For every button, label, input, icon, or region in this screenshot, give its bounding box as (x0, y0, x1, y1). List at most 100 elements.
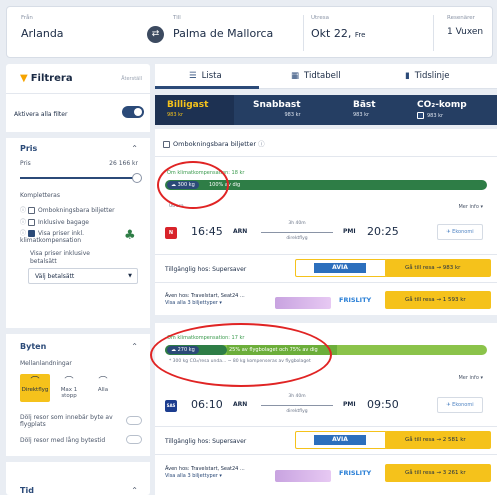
tab-timetable[interactable]: ▦ Tidtabell (291, 71, 341, 81)
airline-logo: SAS (165, 400, 177, 412)
section-divider (6, 132, 150, 138)
tab-label: Tidslinje (414, 71, 450, 81)
partner-logo-box[interactable]: AVIA (295, 431, 387, 449)
filter-sidebar: ▼ Filtrera Återställ Aktivera alla filter… (6, 64, 150, 495)
more-info-link[interactable]: Mer info ▾ (458, 375, 483, 381)
payment-select[interactable]: Välj betalsätt ▼ (28, 268, 138, 284)
price-label: Pris (20, 160, 31, 167)
show-all-tickets-link[interactable]: Visa alla 3 biljettyper ▾ (165, 300, 245, 307)
go-to-trip-button[interactable]: Gå till resa → 3 261 kr (385, 464, 491, 482)
info-icon: ⓘ (20, 219, 27, 226)
departure-airport: ARN (233, 228, 248, 235)
checkbox[interactable] (28, 219, 36, 226)
divider (155, 254, 497, 255)
flight-stops: direktflyg (286, 236, 308, 241)
partner-badges (275, 470, 331, 482)
sort-cheapest[interactable]: Billigast 983 kr (167, 100, 208, 118)
complement-title: Kompletteras (20, 192, 60, 199)
sort-price: 983 kr (417, 112, 467, 119)
sort-label: Billigast (167, 100, 209, 110)
partner-logo-box[interactable]: AVIA (295, 259, 387, 277)
rebook-option[interactable]: ⓘ Ombokningsbara biljetter (20, 205, 115, 214)
fare-class-label: Ekonomi (452, 229, 474, 235)
airline-logo: N (165, 227, 177, 239)
calendar-icon: ▦ (291, 71, 300, 81)
go-to-trip-button[interactable]: Gå till resa → 983 kr (385, 259, 491, 277)
sort-price: 983 kr (284, 112, 301, 118)
sort-label: Bäst (353, 100, 376, 110)
sort-fastest[interactable]: Snabbast 983 kr (253, 100, 301, 118)
result-divider (155, 315, 497, 323)
other-sellers-text: Även hos: Travelstart, Seat24 ... (165, 293, 245, 299)
hide-airport-change-toggle[interactable] (126, 416, 142, 425)
one-stop-icon: ⌒ (64, 377, 74, 387)
show-all-tickets-label: Visa alla 3 biljettyper (165, 300, 218, 306)
from-field[interactable]: Från Arlanda (21, 15, 64, 40)
travelers-field[interactable]: Resenärer 1 Vuxen (447, 15, 483, 37)
flight-duration: 3h 40m (288, 394, 306, 399)
annotation-circle (150, 323, 332, 387)
departure-airport: ARN (233, 401, 248, 408)
leaf-icon: ♣ (124, 228, 136, 243)
stop-option-all[interactable]: ⌒ Alla (88, 374, 118, 402)
enable-all-label: Aktivera alla filter (14, 111, 68, 118)
sort-bar: Billigast 983 kr Snabbast 983 kr Bäst 98… (155, 95, 497, 125)
travelers-value: 1 Vuxen (447, 27, 484, 37)
swap-icon[interactable]: ⇄ (147, 26, 164, 43)
chevron-down-icon: ▼ (128, 273, 132, 279)
rebook-option-label: Ombokningsbara biljetter (38, 207, 115, 214)
checkbox-checked[interactable] (28, 230, 36, 237)
active-tab-indicator (155, 86, 259, 89)
rebook-filter[interactable]: Ombokningsbara biljetter ⓘ (163, 138, 267, 148)
enable-all-toggle[interactable] (122, 106, 144, 118)
available-at: Tillgänglig hos: Supersaver (165, 266, 247, 273)
fare-class-button[interactable]: ✈ Ekonomi (437, 224, 483, 240)
annotation-circle (157, 161, 229, 209)
checkbox[interactable] (28, 207, 36, 214)
baggage-option[interactable]: ⓘ Inklusive bagage (20, 217, 89, 226)
search-bar: Från Arlanda ⇄ Till Palma de Mallorca Ut… (6, 6, 493, 58)
climate-option[interactable]: ⓘ Visa priser inkl. klimatkompensation (20, 230, 120, 244)
time-section-title[interactable]: Tid (20, 486, 34, 495)
reset-link[interactable]: Återställ (121, 76, 142, 82)
to-value: Palma de Mallorca (173, 27, 274, 40)
section-divider (6, 456, 150, 462)
go-to-trip-button[interactable]: Gå till resa → 1 593 kr (385, 291, 491, 309)
tab-timeline[interactable]: ▮ Tidslinje (405, 71, 450, 81)
checkbox[interactable] (163, 140, 170, 148)
seller-logo: FRISLITY (339, 296, 372, 304)
stop-option-direct[interactable]: ⌒ Direktflyg (20, 374, 50, 402)
arrival-time: 20:25 (367, 225, 399, 238)
stops-section-title[interactable]: Byten (20, 342, 46, 351)
hide-long-layover-toggle[interactable] (126, 435, 142, 444)
route-line (261, 405, 333, 406)
show-all-tickets-link[interactable]: Visa alla 3 biljettyper ▾ (165, 473, 245, 480)
chevron-up-icon[interactable]: ⌃ (131, 486, 138, 495)
price-slider-track[interactable] (20, 177, 140, 179)
stop-option-label: Max 1 stopp (60, 387, 78, 399)
chevron-up-icon[interactable]: ⌃ (131, 144, 138, 153)
go-to-trip-button[interactable]: Gå till resa → 2 581 kr (385, 431, 491, 449)
more-info-link[interactable]: Mer info ▾ (458, 204, 483, 210)
enable-all-row: Aktivera alla filter (14, 106, 144, 118)
tab-label: Lista (201, 71, 222, 81)
arrival-time: 09:50 (367, 398, 399, 411)
stop-option-max1[interactable]: ⌒ Max 1 stopp (54, 374, 84, 402)
tab-list[interactable]: ☰ Lista (189, 71, 222, 81)
price-section-title[interactable]: Pris (20, 144, 37, 153)
available-at: Tillgänglig hos: Supersaver (165, 438, 247, 445)
from-value: Arlanda (21, 27, 64, 40)
sort-co2[interactable]: CO₂-komp 983 kr (417, 100, 467, 119)
sort-best[interactable]: Bäst 983 kr (353, 100, 376, 118)
date-field[interactable]: Utresa Okt 22, Fre (311, 15, 365, 40)
partner-logo: AVIA (314, 263, 366, 273)
info-icon: ⓘ (20, 207, 27, 214)
chevron-up-icon[interactable]: ⌃ (131, 342, 138, 351)
to-field[interactable]: Till Palma de Mallorca (173, 15, 273, 40)
checkbox-checked[interactable] (417, 112, 424, 119)
date-day: Fre (354, 31, 366, 39)
fare-class-button[interactable]: ✈ Ekonomi (437, 397, 483, 413)
departure-time: 16:45 (191, 225, 223, 238)
stops-subtitle: Mellanlandningar (20, 360, 72, 367)
price-slider-handle[interactable] (132, 173, 142, 183)
